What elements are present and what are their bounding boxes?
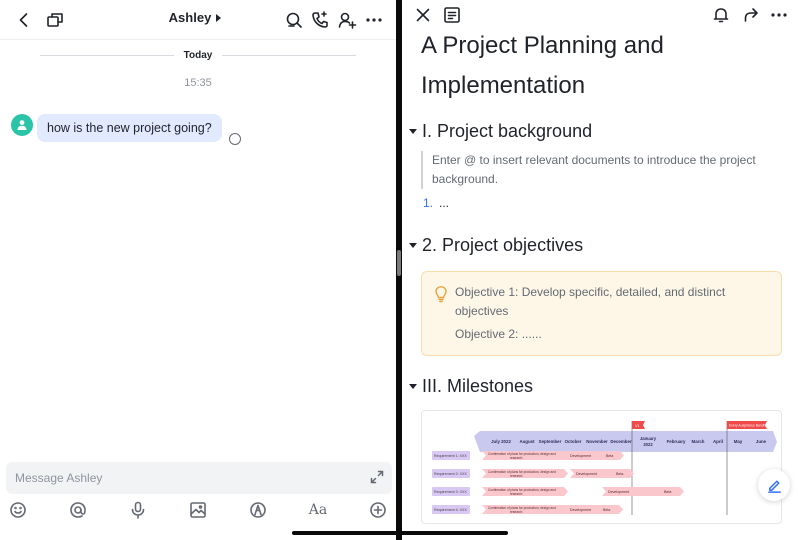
- close-icon[interactable]: [411, 3, 435, 27]
- collapse-caret-icon[interactable]: [409, 243, 417, 248]
- gantt-month-label: September: [539, 439, 562, 444]
- divider-line: [40, 54, 174, 56]
- date-divider-label: Today: [183, 49, 213, 61]
- gantt-task-label: Development: [570, 508, 591, 512]
- call-icon[interactable]: [308, 8, 332, 32]
- gantt-flag-label: Every Auspicious Bandha: [729, 424, 768, 428]
- add-member-icon[interactable]: [335, 8, 359, 32]
- gantt-task-label: Beta: [606, 454, 613, 458]
- document-pane: A Project Planning and Implementation I.…: [402, 0, 800, 540]
- composer-toolbar: Aa: [0, 498, 396, 522]
- section-heading-milestones[interactable]: III. Milestones: [409, 376, 533, 397]
- section-heading-text: 2. Project objectives: [422, 235, 584, 255]
- callout-text-objective-2: Objective 2: ......: [455, 327, 542, 341]
- share-icon[interactable]: [739, 3, 763, 27]
- microphone-icon[interactable]: [126, 498, 150, 522]
- mention-icon[interactable]: [66, 498, 90, 522]
- gantt-month-label-year: 2022: [643, 442, 653, 447]
- list-number: 1.: [423, 196, 434, 210]
- gantt-task-label: research: [510, 492, 523, 496]
- message-time: 15:35: [184, 77, 212, 89]
- lightbulb-icon: [434, 285, 448, 303]
- date-divider: Today: [40, 48, 356, 62]
- gantt-task-label: Beta: [616, 472, 623, 476]
- gantt-month-label: March: [692, 439, 705, 444]
- add-icon[interactable]: [366, 498, 390, 522]
- gantt-task-label: Development: [608, 490, 629, 494]
- expand-icon[interactable]: [370, 470, 384, 484]
- collapse-caret-icon[interactable]: [409, 384, 417, 389]
- section-heading-text: III. Milestones: [422, 376, 534, 396]
- text-format-button[interactable]: Aa: [306, 498, 330, 522]
- document-title[interactable]: A Project Planning and Implementation: [421, 26, 781, 106]
- gantt-month-label: June: [756, 439, 767, 444]
- gantt-month-label: July 2022: [491, 439, 511, 444]
- gantt-task-label: research: [510, 510, 523, 514]
- emoji-icon[interactable]: [6, 498, 30, 522]
- gantt-flag-label: V1: [635, 424, 639, 428]
- collapse-caret-icon[interactable]: [409, 129, 417, 134]
- message-bubble[interactable]: how is the new project going?: [37, 114, 222, 142]
- search-icon[interactable]: [282, 8, 306, 32]
- chat-pane: Ashley Today 15:35 how is the new projec…: [0, 0, 396, 540]
- outline-icon[interactable]: [440, 3, 464, 27]
- chat-title-text: Ashley: [168, 10, 212, 25]
- quote-block[interactable]: Enter @ to insert relevant documents to …: [421, 151, 771, 189]
- divider-line: [222, 54, 356, 56]
- gantt-month-label: April: [713, 439, 723, 444]
- gantt-month-label: October: [565, 439, 582, 444]
- edit-fab-button[interactable]: [758, 469, 790, 501]
- milestone-gantt-image[interactable]: July 2022 August September October November D…: [421, 410, 782, 524]
- chat-title[interactable]: Ashley: [140, 10, 250, 25]
- back-icon[interactable]: [12, 8, 36, 32]
- gantt-task-label: research: [510, 456, 523, 460]
- message-input[interactable]: [15, 471, 345, 485]
- chat-header: Ashley: [0, 0, 396, 40]
- read-status-icon: [229, 133, 241, 145]
- gantt-month-label: January: [640, 436, 657, 441]
- person-icon: [17, 120, 27, 130]
- gantt-task-label: research: [510, 474, 523, 478]
- caret-right-icon: [216, 13, 222, 22]
- notification-bell-icon[interactable]: [709, 3, 733, 27]
- callout-text-objective-1: Objective 1: Develop specific, detailed,…: [455, 285, 726, 318]
- home-indicator[interactable]: [292, 531, 508, 535]
- gantt-month-label: May: [734, 439, 743, 444]
- gantt-month-label: February: [667, 439, 686, 444]
- split-drag-handle[interactable]: [397, 250, 401, 276]
- gantt-task-label: Development: [576, 472, 597, 476]
- more-icon[interactable]: [767, 3, 791, 27]
- gantt-row-label: Requirement 4: XXX: [434, 508, 467, 512]
- gantt-month-label: December: [610, 439, 632, 444]
- gantt-chart: July 2022 August September October November D…: [432, 421, 777, 515]
- section-heading-background[interactable]: I. Project background: [409, 121, 592, 142]
- gantt-month-label: November: [586, 439, 608, 444]
- gantt-month-label: August: [519, 439, 535, 444]
- section-heading-objectives[interactable]: 2. Project objectives: [409, 235, 583, 256]
- more-icon[interactable]: [362, 8, 386, 32]
- chat-info-icon[interactable]: [43, 8, 67, 32]
- list-item-text: ...: [439, 196, 450, 210]
- image-icon[interactable]: [186, 498, 210, 522]
- edit-pencil-icon: [767, 480, 781, 493]
- section-heading-text: I. Project background: [422, 121, 593, 141]
- split-view: Ashley Today 15:35 how is the new projec…: [0, 0, 800, 540]
- gantt-task-label: Beta: [603, 508, 610, 512]
- gantt-row-label: Requirement 3: XXX: [434, 490, 467, 494]
- gantt-row-label: Requirement 2: XXX: [434, 472, 467, 476]
- gantt-task-label: Development: [570, 454, 591, 458]
- gantt-task-label: Beta: [664, 490, 671, 494]
- message-composer: [6, 462, 392, 494]
- draw-icon[interactable]: [246, 498, 270, 522]
- ordered-list-item[interactable]: 1....: [423, 196, 449, 210]
- text-format-label: Aa: [308, 502, 328, 518]
- avatar[interactable]: [11, 114, 33, 136]
- gantt-row-label: Requirement 1: XXX: [434, 454, 467, 458]
- callout-block[interactable]: Objective 1: Develop specific, detailed,…: [421, 271, 782, 356]
